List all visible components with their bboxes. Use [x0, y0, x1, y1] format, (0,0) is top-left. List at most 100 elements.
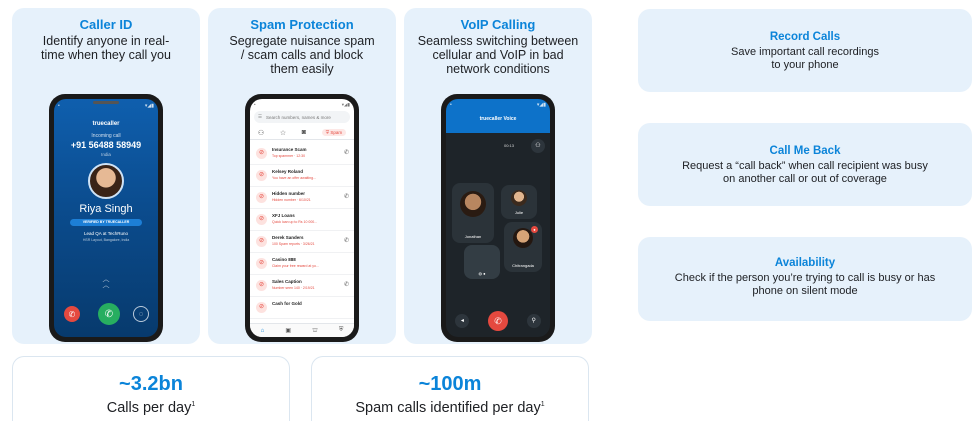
side-card-description: Save important call recordings to your p… [731, 46, 879, 71]
call-detail: You have an offer awaiting... [272, 176, 316, 180]
caller-name: Cash for Gold [272, 301, 302, 306]
tab-spam[interactable]: ⛨ Spam [321, 129, 347, 136]
protection-nav-icon[interactable]: ⛨ [339, 327, 344, 334]
shield-icon: ⛨ [325, 130, 330, 135]
list-item[interactable]: ⊘ Sales Caption Number seen 140 · 2/19/21 ✆ [250, 275, 354, 297]
caller-name: Hidden number [272, 191, 306, 196]
caller-name: Kelsey Roland [272, 169, 304, 174]
call-controls: ◂ ✆ ⚲ [446, 311, 550, 331]
messages-nav-icon[interactable]: ▣ [285, 327, 291, 334]
block-icon: ⊘ [256, 280, 267, 291]
record-calls-card: Record Calls Save important call recordi… [638, 9, 972, 92]
participant-avatar [513, 228, 533, 248]
participant-name: Chitrangada [512, 263, 534, 268]
footnote-marker: 1 [191, 401, 196, 409]
stat-value: ~100m [418, 373, 482, 395]
caller-location: India [101, 152, 111, 157]
hang-up-icon: ✆ [68, 309, 76, 319]
decline-call-button[interactable]: ✆ [64, 306, 80, 322]
call-icon[interactable]: ✆ [344, 281, 349, 288]
participant-name: Julie [514, 210, 524, 215]
mic-status-icon: ◍ ● [478, 271, 486, 276]
list-item[interactable]: ⊘ Cash for Gold [250, 297, 354, 319]
search-input[interactable]: Search numbers, names & more [266, 115, 331, 120]
incoming-label: Incoming call [91, 133, 121, 139]
card-title: Caller ID [79, 17, 133, 32]
participant-tile: Julie [501, 185, 537, 219]
side-card-description: Check if the person you’re trying to cal… [674, 272, 936, 297]
phone-mockup: • ▾◢▮ truecaller Voice 00:13 ⚇ Jonathan J… [441, 94, 555, 342]
side-card-title: Availability [774, 257, 836, 269]
notification-badge: ● [531, 226, 538, 233]
mute-button[interactable]: ⚲ [526, 314, 541, 328]
message-icon: ◌ [138, 310, 144, 318]
caller-name: Sales Caption [272, 279, 302, 284]
side-card-title: Record Calls [769, 31, 841, 43]
card-title: VoIP Calling [460, 17, 536, 32]
participant-avatar [511, 190, 527, 206]
stat-label: Calls per day1 [13, 400, 289, 416]
participant-tile: ● Chitrangada [504, 222, 542, 272]
call-icon[interactable]: ✆ [344, 149, 349, 156]
signal-icon: ▾◢▮ [144, 103, 154, 109]
gifts-nav-icon[interactable]: ⛫ [312, 327, 318, 335]
stat-label: Spam calls identified per day1 [312, 400, 588, 416]
phone-mockup: • ▾◢▮ truecaller Incoming call +91 56488 … [49, 94, 163, 342]
call-me-back-card: Call Me Back Request a “call back” when … [638, 123, 972, 206]
home-nav-icon[interactable]: ⌂ [261, 328, 265, 334]
accept-call-button[interactable]: ✆ [98, 303, 120, 325]
swipe-up-icon: ︿ ︿ [102, 276, 110, 289]
calls-per-day-stat: ~3.2bn Calls per day1 [12, 356, 290, 421]
stat-value: ~3.2bn [119, 373, 183, 395]
list-item[interactable]: ⊘ XFJ Loans Quick loan up to Rs 10 000... [250, 209, 354, 231]
tab-spam-label: Spam [330, 130, 343, 135]
contacts-tab-icon[interactable]: ⚇ [258, 129, 264, 137]
caller-name: XFJ Loans [272, 213, 295, 218]
caller-job: Lead QA at TechRuno [84, 231, 128, 236]
block-icon: ⊘ [256, 170, 267, 181]
mic-off-icon: ⚲ [531, 318, 536, 324]
voip-header: • ▾◢▮ truecaller Voice [446, 99, 550, 133]
verified-badge: VERIFIED BY TRUECALLER [70, 219, 142, 226]
caller-name: Derek Sanders [272, 235, 304, 240]
bottom-nav: ⌂ ▣ ⛫ ⛨ [250, 323, 354, 337]
call-detail: Claim your free reward at yo... [272, 264, 319, 268]
app-logo: truecaller [92, 121, 120, 127]
call-icon[interactable]: ✆ [344, 237, 349, 244]
caller-id-card: Caller ID Identify anyone in real-time w… [12, 8, 200, 344]
card-description: Seamless switching between cellular and … [417, 34, 579, 76]
spam-calls-stat: ~100m Spam calls identified per day1 [311, 356, 589, 421]
block-icon: ⊘ [256, 302, 267, 313]
list-item[interactable]: ⊘ Hidden number Hidden number · 6/10/21 ✆ [250, 187, 354, 209]
incoming-call-screen: • ▾◢▮ truecaller Incoming call +91 56488 … [54, 99, 158, 337]
list-item[interactable]: ⊘ Casino 888 Claim your free reward at yo.… [250, 253, 354, 275]
side-card-description: Request a “call back” when call recipien… [682, 160, 928, 185]
block-icon: ⊘ [256, 214, 267, 225]
caller-name: Insurance Scam [272, 147, 307, 152]
message-button[interactable]: ◌ [133, 306, 149, 322]
call-icon[interactable]: ✆ [344, 193, 349, 200]
footnote-marker: 1 [540, 401, 545, 409]
stat-label-text: Spam calls identified per day [355, 400, 541, 416]
list-item[interactable]: ⊘ Insurance Scam Top spammer · 12:30 ✆ [250, 143, 354, 165]
caller-number: +91 56488 58949 [70, 140, 142, 150]
speaker-button[interactable]: ◂ [455, 314, 470, 328]
call-detail: Number seen 140 · 2/19/21 [272, 286, 315, 290]
voip-title: truecaller Voice [479, 116, 517, 122]
list-item[interactable]: ⊘ Kelsey Roland You have an offer awaiting… [250, 165, 354, 187]
camera-tab-icon[interactable]: ◙ [302, 129, 306, 136]
list-item[interactable]: ⊘ Derek Sanders 100 Spam reports · 3/26/21… [250, 231, 354, 253]
stat-label-text: Calls per day [106, 400, 192, 416]
add-participant-icon[interactable]: ⚇ [531, 139, 545, 153]
end-call-button[interactable]: ✆ [487, 311, 508, 331]
block-icon: ⊘ [256, 258, 267, 269]
call-detail: Hidden number · 6/10/21 [272, 198, 311, 202]
search-bar[interactable]: ☰ Search numbers, names & more [254, 111, 350, 123]
call-detail: Quick loan up to Rs 10 000... [272, 220, 318, 224]
status-bar: • ▾◢▮ [58, 103, 154, 109]
voip-call-screen: • ▾◢▮ truecaller Voice 00:13 ⚇ Jonathan J… [446, 99, 550, 337]
hang-up-icon: ✆ [494, 316, 502, 326]
menu-icon[interactable]: ☰ [258, 114, 262, 120]
favorites-tab-icon[interactable]: ☆ [280, 129, 286, 137]
participant-avatar [460, 191, 486, 217]
